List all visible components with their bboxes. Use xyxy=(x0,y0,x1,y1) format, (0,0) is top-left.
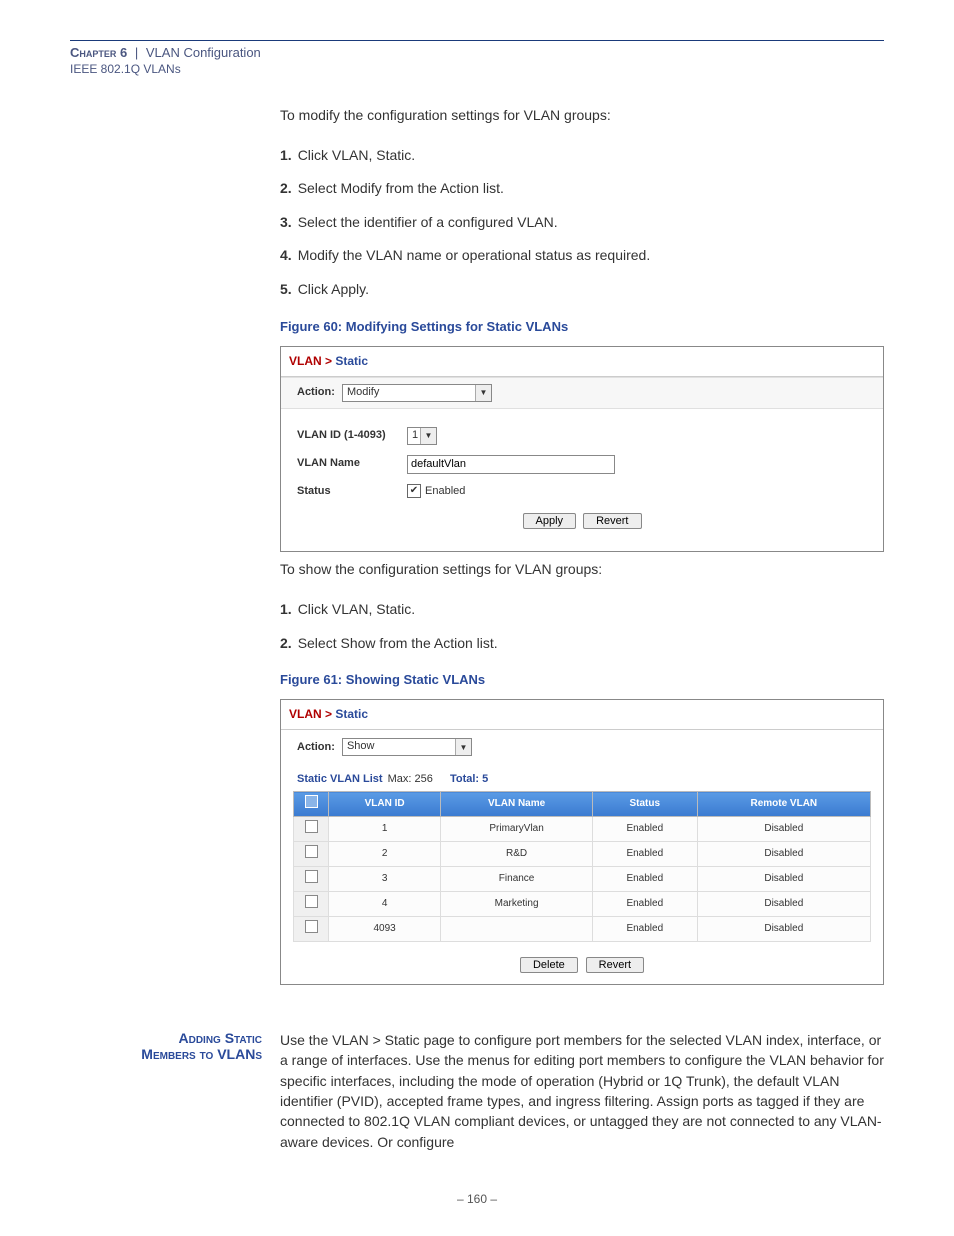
figure61: VLAN > Static Action: Show ▼ Static VLAN… xyxy=(280,699,884,985)
step-text: Select Show from the Action list. xyxy=(298,635,498,651)
cell-vlan-id: 1 xyxy=(329,817,441,842)
steps-show: 1.Click VLAN, Static. 2.Select Show from… xyxy=(280,600,884,653)
action-label: Action: xyxy=(297,386,335,398)
cell-vlan-name: R&D xyxy=(441,842,593,867)
row-checkbox[interactable] xyxy=(305,920,318,933)
cell-status: Enabled xyxy=(592,817,697,842)
row-checkbox[interactable] xyxy=(305,820,318,833)
row-checkbox[interactable] xyxy=(305,870,318,883)
dropdown-arrow-icon: ▼ xyxy=(455,739,471,755)
action-select[interactable]: Modify ▼ xyxy=(342,384,492,402)
step-text: Click VLAN, Static. xyxy=(298,601,415,617)
header-sep: | xyxy=(135,45,138,60)
breadcrumb-current: Static xyxy=(335,354,368,368)
col-status: Status xyxy=(592,792,697,817)
intro-show: To show the configuration settings for V… xyxy=(280,560,884,580)
status-text: Enabled xyxy=(425,484,465,499)
breadcrumb-current: Static xyxy=(335,707,368,721)
status-checkbox[interactable]: ✔ xyxy=(407,484,421,498)
step-text: Modify the VLAN name or operational stat… xyxy=(298,247,651,263)
list-label: Static VLAN List xyxy=(297,773,383,785)
col-vlan-name: VLAN Name xyxy=(441,792,593,817)
chapter-title: VLAN Configuration xyxy=(146,45,261,60)
col-vlan-id: VLAN ID xyxy=(329,792,441,817)
section-heading: Adding Static Members to VLANs xyxy=(70,1030,270,1062)
cell-remote: Disabled xyxy=(697,867,870,892)
figure60-caption: Figure 60: Modifying Settings for Static… xyxy=(280,318,884,336)
vlan-id-label: VLAN ID (1-4093) xyxy=(297,428,407,443)
step-text: Select the identifier of a configured VL… xyxy=(298,214,558,230)
step-text: Select Modify from the Action list. xyxy=(298,180,504,196)
col-remote: Remote VLAN xyxy=(697,792,870,817)
vlan-name-input[interactable] xyxy=(407,455,615,474)
table-row: 2R&DEnabledDisabled xyxy=(294,842,871,867)
apply-button[interactable]: Apply xyxy=(523,513,577,529)
step-text: Click Apply. xyxy=(298,281,369,297)
action-label: Action: xyxy=(297,741,335,753)
row-checkbox[interactable] xyxy=(305,895,318,908)
running-subheader: IEEE 802.1Q VLANs xyxy=(70,62,884,76)
steps-modify: 1.Click VLAN, Static. 2.Select Modify fr… xyxy=(280,146,884,300)
cell-vlan-id: 4093 xyxy=(329,917,441,942)
list-total: Total: 5 xyxy=(450,773,488,785)
figure60: VLAN > Static Action: Modify ▼ VLAN ID (… xyxy=(280,346,884,553)
section-body: Use the VLAN > Static page to configure … xyxy=(280,1030,884,1152)
table-row: 1PrimaryVlanEnabledDisabled xyxy=(294,817,871,842)
vlan-table: VLAN ID VLAN Name Status Remote VLAN 1Pr… xyxy=(293,791,871,942)
cell-vlan-name: Finance xyxy=(441,867,593,892)
running-header: Chapter 6 | VLAN Configuration xyxy=(70,45,884,60)
list-max: Max: 256 xyxy=(388,773,433,785)
breadcrumb: VLAN > Static xyxy=(281,347,883,377)
dropdown-arrow-icon: ▼ xyxy=(475,385,491,401)
vlan-name-label: VLAN Name xyxy=(297,456,407,471)
cell-vlan-id: 2 xyxy=(329,842,441,867)
cell-status: Enabled xyxy=(592,917,697,942)
breadcrumb: VLAN > Static xyxy=(281,700,883,730)
vlan-id-value: 1 xyxy=(412,428,418,443)
chapter-label: Chapter 6 xyxy=(70,45,127,60)
cell-vlan-id: 4 xyxy=(329,892,441,917)
select-all-header[interactable] xyxy=(294,792,329,817)
row-checkbox[interactable] xyxy=(305,845,318,858)
cell-vlan-id: 3 xyxy=(329,867,441,892)
page-number: – 160 – xyxy=(70,1192,884,1206)
breadcrumb-root: VLAN > xyxy=(289,354,332,368)
figure61-caption: Figure 61: Showing Static VLANs xyxy=(280,671,884,689)
cell-remote: Disabled xyxy=(697,817,870,842)
action-value: Modify xyxy=(347,385,379,400)
revert-button[interactable]: Revert xyxy=(583,513,641,529)
action-value: Show xyxy=(347,739,375,754)
cell-vlan-name xyxy=(441,917,593,942)
status-label: Status xyxy=(297,484,407,499)
breadcrumb-root: VLAN > xyxy=(289,707,332,721)
cell-status: Enabled xyxy=(592,842,697,867)
revert-button[interactable]: Revert xyxy=(586,957,644,973)
cell-vlan-name: PrimaryVlan xyxy=(441,817,593,842)
delete-button[interactable]: Delete xyxy=(520,957,578,973)
cell-remote: Disabled xyxy=(697,917,870,942)
table-row: 4MarketingEnabledDisabled xyxy=(294,892,871,917)
intro-modify: To modify the configuration settings for… xyxy=(280,106,884,126)
step-text: Click VLAN, Static. xyxy=(298,147,415,163)
cell-vlan-name: Marketing xyxy=(441,892,593,917)
dropdown-arrow-icon: ▼ xyxy=(420,428,436,444)
cell-status: Enabled xyxy=(592,892,697,917)
table-row: 4093 EnabledDisabled xyxy=(294,917,871,942)
action-select[interactable]: Show ▼ xyxy=(342,738,472,756)
cell-status: Enabled xyxy=(592,867,697,892)
cell-remote: Disabled xyxy=(697,892,870,917)
cell-remote: Disabled xyxy=(697,842,870,867)
vlan-id-select[interactable]: 1 ▼ xyxy=(407,427,437,445)
table-row: 3FinanceEnabledDisabled xyxy=(294,867,871,892)
